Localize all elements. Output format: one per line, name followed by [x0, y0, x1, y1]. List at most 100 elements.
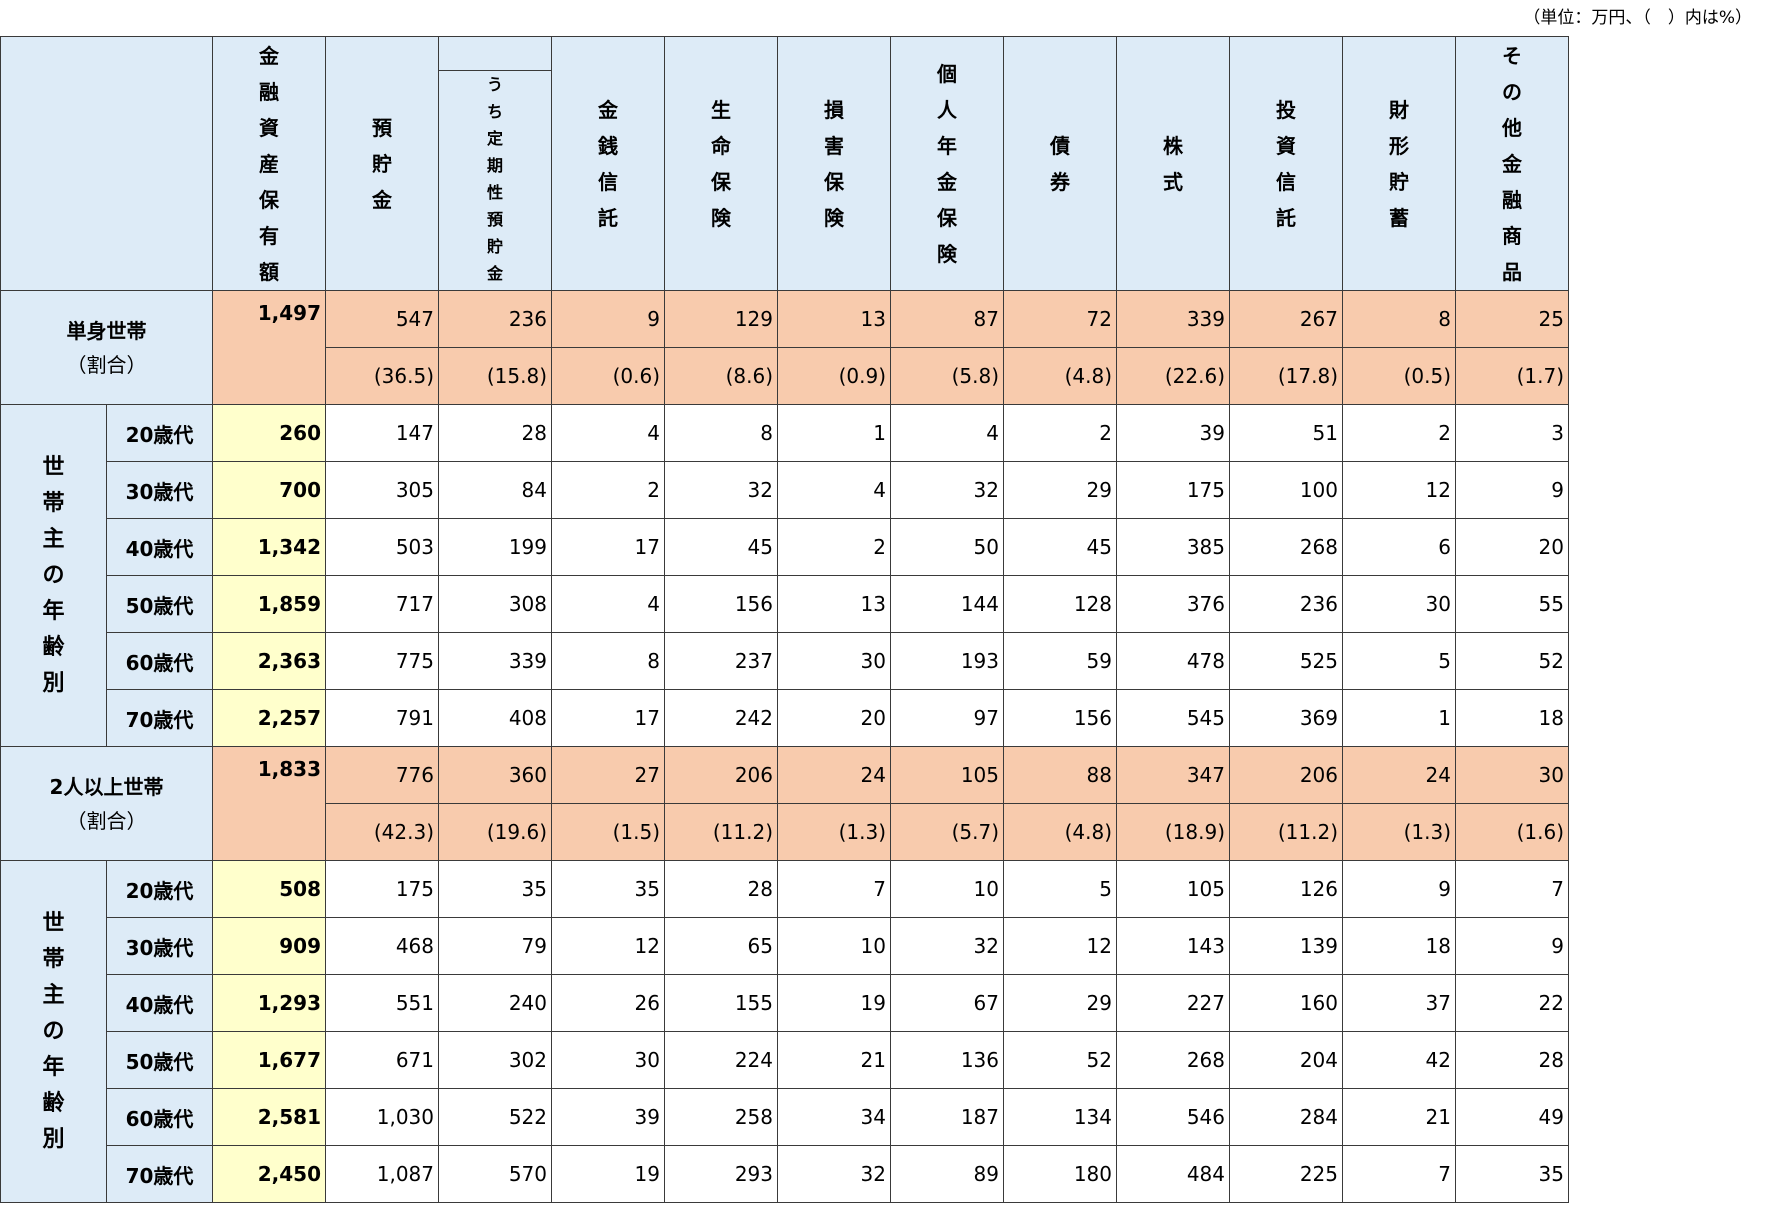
value-cell: 19 — [777, 974, 891, 1032]
value-cell: 26 — [551, 974, 665, 1032]
ratio-cell: (0.5) — [1342, 347, 1456, 405]
value-cell: 24 — [777, 746, 891, 804]
table-row: 世帯主の年齢別 20歳代 260 147 28 4 8 1 4 2 39 51 2 3 — [0, 404, 1569, 747]
age-label: 40歳代 — [106, 518, 213, 576]
value-cell: 51 — [1229, 404, 1343, 462]
value-cell: 97 — [890, 689, 1004, 747]
single-household-group-label: 単身世帯 （割合） — [0, 290, 213, 405]
value-cell: 671 — [325, 1031, 439, 1089]
age-label: 40歳代 — [106, 974, 213, 1032]
value-cell: 385 — [1116, 518, 1230, 576]
unit-note: （単位：万円、（ ）内は%） — [1523, 8, 1752, 28]
side-label-text: 世帯主の年齢別 — [42, 910, 65, 1152]
value-cell: 1 — [777, 404, 891, 462]
value-cell: 72 — [1003, 290, 1117, 348]
value-cell: 305 — [325, 461, 439, 519]
total-cell: 1,859 — [212, 575, 326, 633]
value-cell: 2 — [777, 518, 891, 576]
col-header-time-deposits: うち定期性預貯金 — [438, 70, 552, 291]
col-header-nonlife-insurance: 損害保険 — [777, 36, 891, 291]
age-label: 20歳代 — [106, 860, 213, 918]
value-cell: 27 — [551, 746, 665, 804]
value-cell: 570 — [438, 1145, 552, 1203]
value-cell: 503 — [325, 518, 439, 576]
value-cell: 468 — [325, 917, 439, 975]
value-cell: 199 — [438, 518, 552, 576]
col-header-life-insurance: 生命保険 — [664, 36, 778, 291]
ratio-cell: (4.8) — [1003, 803, 1117, 861]
table-row: 30歳代 909 468 79 12 65 10 32 12 143 139 18 9 — [1, 917, 1569, 975]
value-cell: 268 — [1116, 1031, 1230, 1089]
value-cell: 59 — [1003, 632, 1117, 690]
value-cell: 30 — [551, 1031, 665, 1089]
value-cell: 128 — [1003, 575, 1117, 633]
value-cell: 52 — [1003, 1031, 1117, 1089]
value-cell: 775 — [325, 632, 439, 690]
value-cell: 136 — [890, 1031, 1004, 1089]
value-cell: 2 — [1003, 404, 1117, 462]
value-cell: 35 — [1455, 1145, 1569, 1203]
value-cell: 12 — [1003, 917, 1117, 975]
ratio-label: （割合） — [66, 352, 147, 377]
ratio-cell: (0.9) — [777, 347, 891, 405]
value-cell: 206 — [664, 746, 778, 804]
age-label: 30歳代 — [106, 917, 213, 975]
table-row: 60歳代 2,581 1,030 522 39 258 34 187 134 546 284 21 49 — [1, 1088, 1569, 1146]
value-cell: 484 — [1116, 1145, 1230, 1203]
value-cell: 2 — [551, 461, 665, 519]
value-cell: 89 — [890, 1145, 1004, 1203]
value-cell: 10 — [890, 860, 1004, 918]
value-cell: 525 — [1229, 632, 1343, 690]
col-header-spacer — [438, 36, 552, 71]
value-cell: 551 — [325, 974, 439, 1032]
value-cell: 35 — [551, 860, 665, 918]
value-cell: 147 — [325, 404, 439, 462]
value-cell: 545 — [1116, 689, 1230, 747]
value-cell: 187 — [890, 1088, 1004, 1146]
age-label: 50歳代 — [106, 575, 213, 633]
single-household-age-side-label: 世帯主の年齢別 — [0, 404, 107, 747]
value-cell: 4 — [551, 575, 665, 633]
value-cell: 156 — [1003, 689, 1117, 747]
ratio-cell: (8.6) — [664, 347, 778, 405]
value-cell: 204 — [1229, 1031, 1343, 1089]
value-cell: 9 — [1455, 461, 1569, 519]
col-header-deposits: 預貯金 — [325, 36, 439, 291]
value-cell: 6 — [1342, 518, 1456, 576]
value-cell: 8 — [664, 404, 778, 462]
ratio-cell: (1.5) — [551, 803, 665, 861]
age-label: 60歳代 — [106, 632, 213, 690]
value-cell: 522 — [438, 1088, 552, 1146]
financial-assets-table: 金融資産保有額 預貯金 金銭信託 生命保険 損害保険 個人年金保険 債 券 株 … — [0, 36, 1569, 1203]
value-cell: 28 — [438, 404, 552, 462]
col-header-other: その他金融商品 — [1455, 36, 1569, 291]
value-cell: 17 — [551, 518, 665, 576]
value-cell: 28 — [664, 860, 778, 918]
value-cell: 339 — [438, 632, 552, 690]
value-cell: 4 — [890, 404, 1004, 462]
value-cell: 717 — [325, 575, 439, 633]
value-cell: 10 — [777, 917, 891, 975]
total-cell: 2,581 — [212, 1088, 326, 1146]
table-row: 世帯主の年齢別 20歳代 508 175 35 35 28 7 10 5 105 126 9 7 — [0, 860, 1569, 1203]
value-cell: 39 — [1116, 404, 1230, 462]
ratio-cell: (17.8) — [1229, 347, 1343, 405]
value-cell: 155 — [664, 974, 778, 1032]
value-cell: 21 — [777, 1031, 891, 1089]
table-row: 70歳代 2,450 1,087 570 19 293 32 89 180 484 225 7 35 — [1, 1145, 1569, 1203]
value-cell: 32 — [777, 1145, 891, 1203]
multi-household-group-label: 2人以上世帯 （割合） — [0, 746, 213, 861]
ratio-label: （割合） — [66, 808, 147, 833]
value-cell: 180 — [1003, 1145, 1117, 1203]
ratio-cell: (19.6) — [438, 803, 552, 861]
value-cell: 129 — [664, 290, 778, 348]
value-cell: 45 — [664, 518, 778, 576]
value-cell: 193 — [890, 632, 1004, 690]
table-row: 50歳代 1,859 717 308 4 156 13 144 128 376 236 30 55 — [1, 575, 1569, 633]
total-cell: 1,293 — [212, 974, 326, 1032]
value-cell: 242 — [664, 689, 778, 747]
age-label: 70歳代 — [106, 689, 213, 747]
value-cell: 13 — [777, 575, 891, 633]
table-row: 70歳代 2,257 791 408 17 242 20 97 156 545 369 1 18 — [1, 689, 1569, 747]
value-cell: 55 — [1455, 575, 1569, 633]
